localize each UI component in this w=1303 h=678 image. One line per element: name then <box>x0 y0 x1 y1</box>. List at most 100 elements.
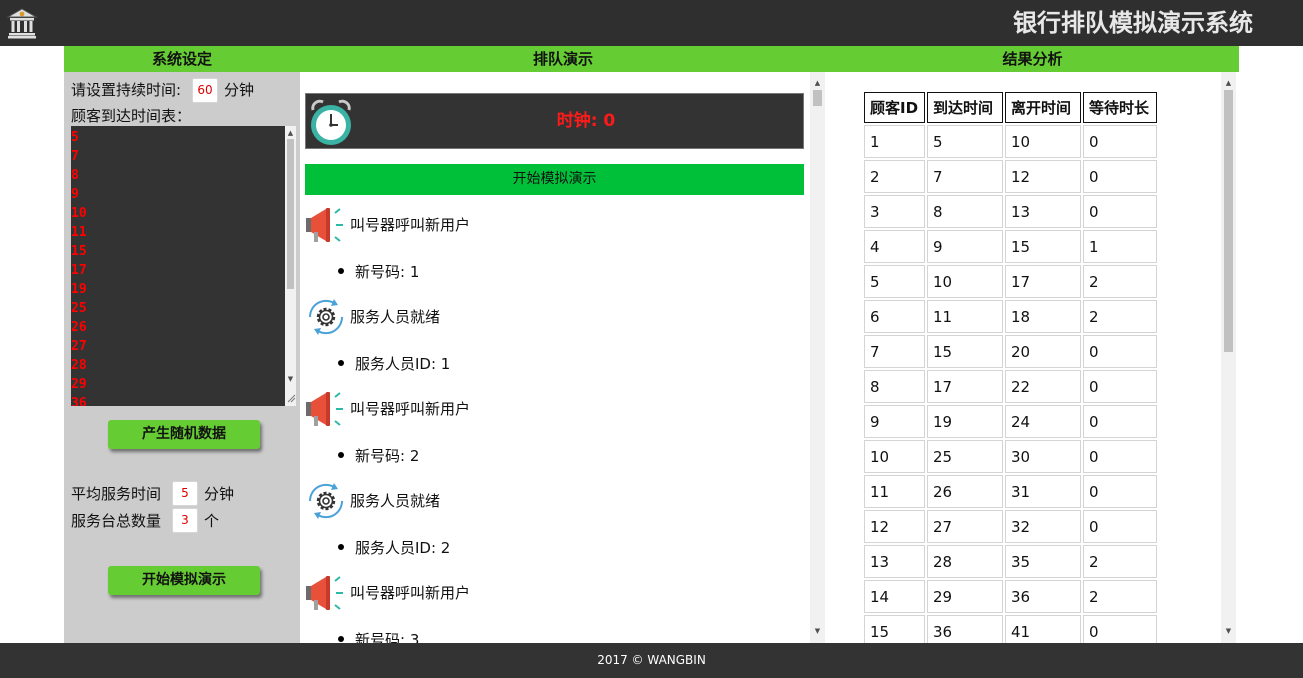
table-cell: 7 <box>927 160 1003 193</box>
table-cell: 0 <box>1083 440 1157 473</box>
event-detail-text: 服务人员ID: 1 <box>355 355 451 373</box>
clock-label: 时钟: 0 <box>556 111 616 131</box>
table-cell: 36 <box>1005 580 1081 613</box>
table-cell: 28 <box>927 545 1003 578</box>
table-cell: 0 <box>1083 160 1157 193</box>
table-cell: 5 <box>864 265 925 298</box>
results-table: 顾客ID 到达时间 离开时间 等待时长 1 5 10 0 2 7 12 0 3 8 13 0 4 9 15 1 5 10… <box>862 90 1159 643</box>
results-scrollbar-thumb[interactable] <box>1224 90 1233 352</box>
table-cell: 15 <box>1005 230 1081 263</box>
table-cell: 41 <box>1005 615 1081 643</box>
table-cell: 7 <box>864 335 925 368</box>
app-title: 银行排队模拟演示系统 <box>1013 9 1253 37</box>
avg-service-input[interactable]: 5 <box>172 481 198 506</box>
event-detail-text: 新号码: 1 <box>355 263 420 281</box>
table-cell: 13 <box>1005 195 1081 228</box>
table-cell: 12 <box>1005 160 1081 193</box>
scroll-down-arrow-icon[interactable]: ▼ <box>285 374 296 384</box>
table-cell: 31 <box>1005 475 1081 508</box>
event-text: 叫号器呼叫新用户 <box>350 584 471 602</box>
event-detail: 新号码: 3 <box>338 630 419 643</box>
arrival-scrollbar-thumb[interactable] <box>287 139 294 289</box>
gear-refresh-icon <box>304 297 348 337</box>
table-cell: 8 <box>927 195 1003 228</box>
table-cell: 27 <box>927 510 1003 543</box>
table-row: 15 36 41 0 <box>864 615 1157 643</box>
avg-service-label: 平均服务时间 <box>71 485 162 503</box>
demo-scrollbar-thumb[interactable] <box>813 90 822 106</box>
duration-label: 请设置持续时间: <box>71 81 182 99</box>
table-cell: 17 <box>1005 265 1081 298</box>
table-cell: 25 <box>927 440 1003 473</box>
table-cell: 2 <box>1083 265 1157 298</box>
bullet-icon <box>338 359 344 366</box>
table-cell: 24 <box>1005 405 1081 438</box>
counter-count-input[interactable]: 3 <box>172 508 198 533</box>
table-row: 2 7 12 0 <box>864 160 1157 193</box>
arrival-time-item: 5 <box>71 130 79 145</box>
table-cell: 15 <box>927 335 1003 368</box>
table-cell: 1 <box>1083 230 1157 263</box>
event-detail-text: 服务人员ID: 2 <box>355 539 451 557</box>
arrival-times-textarea[interactable]: 5 7 8 9 10 11 15 17 19 25 26 27 28 29 36 ▲ ▼ <box>71 126 296 406</box>
table-cell: 3 <box>864 195 925 228</box>
event-text: 叫号器呼叫新用户 <box>350 400 471 418</box>
table-header-row: 顾客ID 到达时间 离开时间 等待时长 <box>864 92 1157 123</box>
duration-input[interactable]: 60 <box>192 78 218 103</box>
arrival-time-item: 15 <box>71 244 87 259</box>
table-cell: 36 <box>927 615 1003 643</box>
table-cell: 32 <box>1005 510 1081 543</box>
demo-panel: 时钟: 0 开始模拟演示 叫号器呼叫新用户 新号码: 1 服务人员就绪 服务人员ID:… <box>300 72 826 643</box>
table-cell: 35 <box>1005 545 1081 578</box>
event-detail-text: 新号码: 3 <box>355 631 420 643</box>
table-cell: 10 <box>864 440 925 473</box>
start-demo-bar-button[interactable]: 开始模拟演示 <box>305 164 804 195</box>
event-detail: 新号码: 2 <box>338 446 419 466</box>
table-cell: 29 <box>927 580 1003 613</box>
table-header-cell: 离开时间 <box>1005 92 1081 123</box>
generate-random-button[interactable]: 产生随机数据 <box>108 420 260 449</box>
settings-panel: 请设置持续时间: 60 分钟 顾客到达时间表： 5 7 8 9 10 11 15 17 19 25… <box>64 72 300 643</box>
table-cell: 2 <box>1083 545 1157 578</box>
resize-handle-icon[interactable] <box>285 392 296 403</box>
table-row: 4 9 15 1 <box>864 230 1157 263</box>
start-simulation-button[interactable]: 开始模拟演示 <box>108 566 260 595</box>
table-row: 8 17 22 0 <box>864 370 1157 403</box>
clock-display: 时钟: 0 <box>305 93 804 149</box>
scroll-down-arrow-icon[interactable]: ▼ <box>1221 626 1236 636</box>
bullet-icon <box>338 451 344 458</box>
demo-scrollbar[interactable] <box>810 72 825 643</box>
table-cell: 0 <box>1083 195 1157 228</box>
table-row: 10 25 30 0 <box>864 440 1157 473</box>
table-cell: 18 <box>1005 300 1081 333</box>
arrival-time-item: 8 <box>71 168 79 183</box>
counter-count-unit: 个 <box>204 512 220 530</box>
arrival-time-item: 28 <box>71 358 87 373</box>
table-cell: 2 <box>1083 300 1157 333</box>
settings-column-title: 系统设定 <box>151 50 212 68</box>
arrival-time-item: 11 <box>71 225 87 240</box>
arrival-times-list: 5 7 8 9 10 11 15 17 19 25 26 27 28 29 36 <box>71 128 281 406</box>
table-row: 14 29 36 2 <box>864 580 1157 613</box>
table-row: 1 5 10 0 <box>864 125 1157 158</box>
table-cell: 10 <box>927 265 1003 298</box>
table-cell: 5 <box>927 125 1003 158</box>
table-cell: 9 <box>927 230 1003 263</box>
arrival-time-item: 19 <box>71 282 87 297</box>
table-body: 1 5 10 0 2 7 12 0 3 8 13 0 4 9 15 1 5 10 17 2 6 11 18 2 7 15 20 0 8 1… <box>864 125 1157 643</box>
table-cell: 22 <box>1005 370 1081 403</box>
arrival-time-item: 26 <box>71 320 87 335</box>
table-cell: 13 <box>864 545 925 578</box>
table-cell: 0 <box>1083 370 1157 403</box>
event-text: 叫号器呼叫新用户 <box>350 216 471 234</box>
scroll-down-arrow-icon[interactable]: ▼ <box>810 626 825 636</box>
bullet-icon <box>338 543 344 550</box>
event-detail-text: 新号码: 2 <box>355 447 420 465</box>
avg-service-unit: 分钟 <box>204 485 235 503</box>
scroll-up-arrow-icon[interactable]: ▲ <box>285 128 296 138</box>
scroll-up-arrow-icon[interactable]: ▲ <box>810 78 825 88</box>
arrival-time-item: 27 <box>71 339 87 354</box>
table-header-cell: 等待时长 <box>1083 92 1157 123</box>
scroll-up-arrow-icon[interactable]: ▲ <box>1221 78 1236 88</box>
arrival-time-item: 29 <box>71 377 87 392</box>
